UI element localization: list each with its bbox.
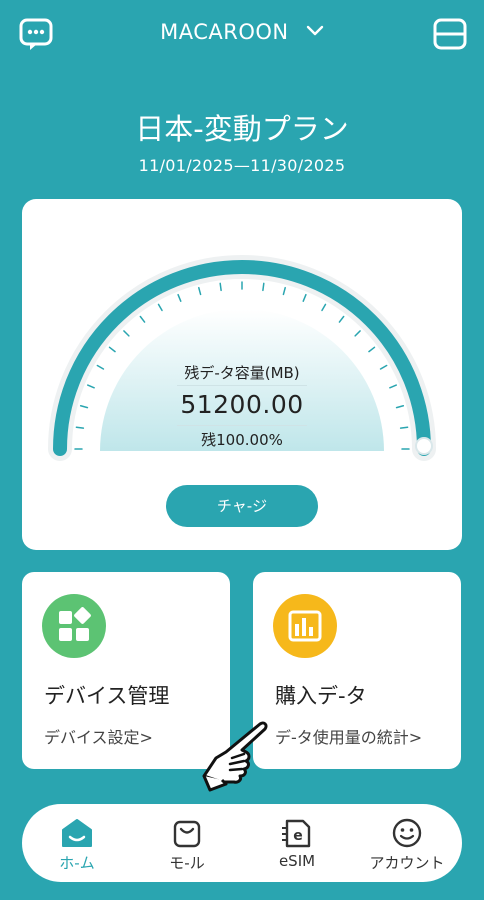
gauge-tick: [321, 303, 327, 312]
gauge-tick: [123, 330, 130, 337]
plan-title: 日本-変動プラン: [135, 112, 349, 146]
remaining-percent: 残100.00%: [201, 431, 283, 449]
nav-esim[interactable]: e eSIM: [242, 804, 352, 882]
gauge-tick: [354, 330, 361, 337]
svg-text:e: e: [293, 828, 303, 844]
home-icon: [62, 819, 92, 847]
scan-icon[interactable]: [432, 16, 468, 52]
gauge-tick: [86, 384, 95, 389]
nav-home[interactable]: ホ-ム: [22, 804, 132, 882]
gauge-tick: [157, 303, 163, 312]
nav-mall[interactable]: モ-ル: [132, 804, 242, 882]
bar-chart-icon: [273, 594, 337, 658]
gauge-tick: [399, 426, 409, 429]
shopping-bag-icon: [173, 820, 201, 848]
nav-label: アカウント: [369, 854, 445, 872]
gauge-tick: [219, 282, 222, 292]
plan-period: 11/01/2025—11/30/2025: [138, 156, 346, 175]
gauge-tick: [177, 293, 182, 302]
gauge-tick: [338, 315, 345, 323]
nav-label: ホ-ム: [59, 854, 95, 872]
usage-statistics-link[interactable]: デ-タ使用量の統計>: [275, 724, 422, 748]
divider: [177, 385, 307, 386]
account-name: MACAROON: [160, 20, 289, 44]
nav-account[interactable]: アカウント: [352, 804, 462, 882]
pointing-hand-icon: [202, 721, 268, 792]
grid-apps-icon: [42, 594, 106, 658]
account-switcher[interactable]: MACAROON: [0, 20, 484, 44]
divider: [177, 425, 307, 426]
tile-title: デバイス管理: [44, 684, 170, 708]
gauge-tick: [75, 426, 85, 429]
charge-button[interactable]: チャ-ジ: [166, 485, 318, 527]
smiley-icon: [392, 818, 422, 848]
remaining-data-value: 51200.00: [180, 390, 304, 419]
top-bar: MACAROON: [0, 0, 484, 70]
gauge-tick: [389, 384, 398, 389]
purchased-data-tile[interactable]: 購入デ-タ デ-タ使用量の統計>: [253, 572, 461, 769]
chevron-down-icon: [306, 25, 324, 36]
nav-label: eSIM: [278, 852, 316, 870]
gauge-tick: [302, 293, 307, 302]
remaining-data-caption: 残デ-タ容量(MB): [184, 364, 300, 382]
tile-title: 購入デ-タ: [275, 684, 367, 708]
nav-label: モ-ル: [169, 854, 205, 872]
gauge-tick: [262, 282, 265, 292]
gauge-tick: [368, 346, 376, 353]
gauge-tick: [198, 286, 202, 296]
gauge-tick: [282, 286, 286, 296]
bottom-navigation: ホ-ム モ-ル e eSIM アカウント: [22, 804, 462, 882]
gauge-tick: [139, 315, 146, 323]
esim-icon: e: [282, 819, 311, 848]
data-gauge-card: 残デ-タ容量(MB) 51200.00 残100.00% チャ-ジ: [22, 199, 462, 550]
gauge-tick: [108, 346, 116, 353]
device-settings-link[interactable]: デバイス設定>: [44, 724, 153, 748]
